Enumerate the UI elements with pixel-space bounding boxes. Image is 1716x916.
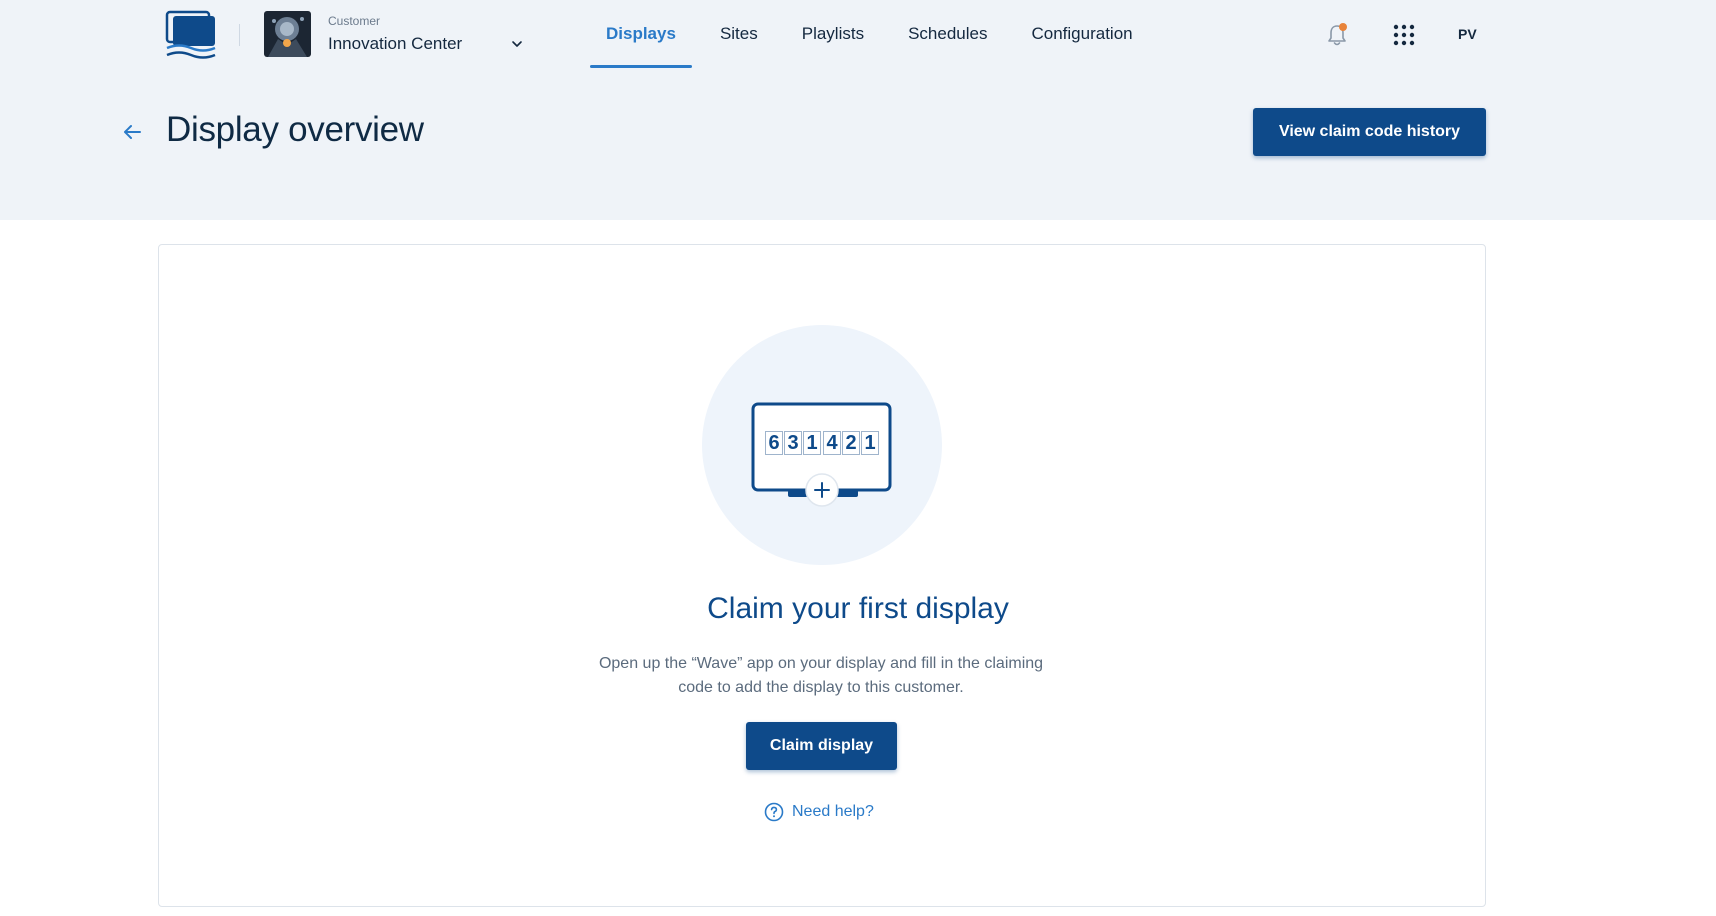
claim-display-illustration: 6 3 1 4 2 1 (702, 325, 942, 565)
nav-tab-schedules[interactable]: Schedules (892, 0, 1003, 68)
back-arrow-icon[interactable] (120, 120, 144, 144)
top-navigation-bar: Customer Innovation Center Displays Site… (0, 0, 1716, 70)
page-title: Display overview (166, 110, 424, 149)
view-claim-code-history-button[interactable]: View claim code history (1253, 108, 1486, 156)
customer-avatar[interactable] (264, 11, 311, 57)
need-help-label: Need help? (792, 803, 874, 820)
nav-tab-displays[interactable]: Displays (590, 0, 692, 68)
empty-state-description: Open up the “Wave” app on your display a… (598, 655, 1044, 696)
empty-state-title: Claim your first display (707, 592, 1009, 625)
chevron-down-icon[interactable] (509, 36, 525, 52)
claim-display-button[interactable]: Claim display (746, 722, 897, 770)
app-logo[interactable] (165, 10, 217, 60)
main-nav: Displays Sites Playlists Schedules Confi… (590, 0, 1161, 70)
question-circle-icon (764, 802, 784, 822)
user-avatar[interactable]: PV (1458, 26, 1477, 42)
nav-tab-playlists[interactable]: Playlists (786, 0, 880, 68)
plus-circle-icon (805, 473, 839, 507)
app-grid-icon[interactable] (1393, 24, 1415, 46)
nav-tab-sites[interactable]: Sites (704, 0, 774, 68)
need-help-link[interactable]: Need help? (764, 802, 874, 822)
notification-bell-icon[interactable] (1325, 22, 1349, 48)
header-divider (239, 24, 240, 46)
nav-tab-configuration[interactable]: Configuration (1015, 0, 1148, 68)
customer-name[interactable]: Innovation Center (328, 34, 462, 54)
customer-caption: Customer (328, 14, 381, 28)
